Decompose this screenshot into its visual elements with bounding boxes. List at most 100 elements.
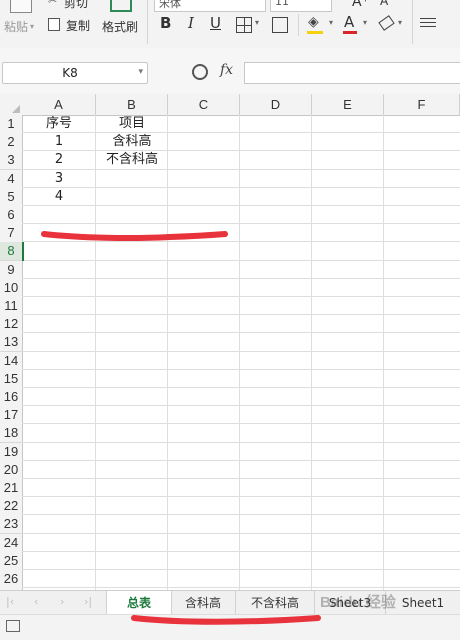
row-header-18[interactable]: 18 xyxy=(0,424,23,444)
row-header-25[interactable]: 25 xyxy=(0,551,23,571)
cell-a5[interactable]: 4 xyxy=(22,188,96,206)
row-header-26[interactable]: 26 xyxy=(0,570,23,589)
row-header-10[interactable]: 10 xyxy=(0,278,23,298)
row-gridline xyxy=(22,405,460,407)
prev-sheet-arrow-icon[interactable]: ‹ xyxy=(34,595,38,608)
format-painter-icon xyxy=(110,0,132,12)
cell-b1[interactable]: 项目 xyxy=(96,115,168,133)
row-header-2[interactable]: 2 xyxy=(0,133,23,153)
cell-b2[interactable]: 含科高 xyxy=(96,133,168,151)
tab-sheet1[interactable]: Sheet1 xyxy=(386,591,460,615)
fill-color-button[interactable]: ◈ ▾ xyxy=(306,14,340,36)
borders-button[interactable]: ▾ xyxy=(236,16,264,34)
row-gridline xyxy=(22,496,460,498)
row-header-13[interactable]: 13 xyxy=(0,333,23,353)
row-gridline xyxy=(22,314,460,316)
row-header-3[interactable]: 3 xyxy=(0,151,23,171)
row-header-4[interactable]: 4 xyxy=(0,169,23,189)
row-gridline xyxy=(22,532,460,534)
font-color-button[interactable]: A ▾ xyxy=(342,13,376,36)
font-name-select[interactable]: 宋体 xyxy=(154,0,266,12)
column-gridline xyxy=(311,115,312,590)
eraser-icon xyxy=(378,15,395,31)
column-header-c[interactable]: C xyxy=(168,94,240,116)
zoom-search-icon[interactable] xyxy=(192,64,208,80)
row-header-15[interactable]: 15 xyxy=(0,369,23,389)
row-header-23[interactable]: 23 xyxy=(0,515,23,535)
cell-a3[interactable]: 2 xyxy=(22,151,96,169)
formula-input[interactable] xyxy=(244,62,460,84)
row-header-1[interactable]: 1 xyxy=(0,115,23,134)
format-painter-label: 格式刷 xyxy=(102,20,139,34)
row-header-14[interactable]: 14 xyxy=(0,351,23,371)
row-header-11[interactable]: 11 xyxy=(0,297,23,316)
row-header-22[interactable]: 22 xyxy=(0,497,23,517)
spreadsheet-grid[interactable]: A B C D E F 1 2 3 4 5 6 7 8 9 10 11 12 13 14 15 16 17 18 19 20 21 2… xyxy=(0,94,460,608)
row-header-12[interactable]: 12 xyxy=(0,315,23,335)
format-painter-button[interactable]: 格式刷 xyxy=(100,0,140,46)
align-lines-icon xyxy=(420,18,436,30)
name-box[interactable]: K8 ▾ xyxy=(2,62,148,84)
row-header-8[interactable]: 8 xyxy=(0,242,23,262)
chevron-down-icon: ▾ xyxy=(329,18,334,27)
row-header-17[interactable]: 17 xyxy=(0,406,23,426)
row-header-19[interactable]: 19 xyxy=(0,442,23,462)
fill-color-swatch xyxy=(307,31,323,34)
row-gridline xyxy=(22,441,460,443)
cell-a2[interactable]: 1 xyxy=(22,133,96,151)
tab-label: Sheet1 xyxy=(401,596,445,610)
ribbon-divider xyxy=(147,0,148,44)
select-all-corner[interactable] xyxy=(0,94,23,116)
column-header-e[interactable]: E xyxy=(312,94,384,116)
row-gridline xyxy=(22,368,460,370)
bold-button[interactable]: B xyxy=(160,14,171,32)
row-header-24[interactable]: 24 xyxy=(0,533,23,553)
red-annotation-stroke-bottom xyxy=(131,615,321,625)
column-header-d[interactable]: D xyxy=(240,94,312,116)
column-header-f[interactable]: F xyxy=(384,94,460,116)
macro-record-icon[interactable] xyxy=(6,620,20,632)
merge-cells-button[interactable] xyxy=(272,16,296,34)
row-gridline xyxy=(22,423,460,425)
fx-label[interactable]: fx xyxy=(220,62,233,78)
font-size-select[interactable]: 11 xyxy=(270,0,332,12)
row-header-20[interactable]: 20 xyxy=(0,460,23,480)
underline-button[interactable]: U xyxy=(210,14,221,32)
cell-a4[interactable]: 3 xyxy=(22,170,96,188)
row-gridline xyxy=(22,387,460,388)
row-gridline xyxy=(22,350,460,352)
row-header-6[interactable]: 6 xyxy=(0,206,23,225)
column-header-b[interactable]: B xyxy=(96,94,168,116)
grow-font-button[interactable]: A⁺ xyxy=(352,0,369,10)
row-header-5[interactable]: 5 xyxy=(0,187,23,207)
row-header-9[interactable]: 9 xyxy=(0,260,23,280)
baidu-watermark: Baidu 经验 xyxy=(320,591,396,612)
cell-a1[interactable]: 序号 xyxy=(22,115,96,133)
row-header-7[interactable]: 7 xyxy=(0,224,23,244)
cell-b3[interactable]: 不含科高 xyxy=(96,151,168,169)
row-header-21[interactable]: 21 xyxy=(0,479,23,498)
column-gridline xyxy=(383,115,384,590)
column-header-a[interactable]: A xyxy=(22,94,96,116)
tab-label: 含科高 xyxy=(184,596,221,610)
paste-icon xyxy=(10,0,32,13)
italic-button[interactable]: I xyxy=(188,14,194,32)
paste-button[interactable]: 粘贴 ▾ xyxy=(0,0,42,46)
name-box-value: K8 xyxy=(62,66,78,80)
next-sheet-arrow-icon[interactable]: › xyxy=(60,595,64,608)
clear-format-button[interactable]: ▾ xyxy=(378,14,408,36)
column-gridline xyxy=(239,115,240,590)
first-sheet-arrow-icon[interactable]: |‹ xyxy=(6,595,14,608)
align-left-button[interactable] xyxy=(420,16,438,32)
cut-label: 剪切 xyxy=(64,0,89,10)
chevron-down-icon: ▾ xyxy=(138,67,143,77)
last-sheet-arrow-icon[interactable]: ›| xyxy=(84,595,92,608)
copy-button[interactable]: 复制 xyxy=(48,16,98,34)
row-gridline xyxy=(22,478,460,479)
shrink-font-button[interactable]: A⁻ xyxy=(380,0,395,8)
font-name-value: 宋体 xyxy=(159,0,181,10)
chevron-down-icon: ▾ xyxy=(30,22,35,31)
row-gridline xyxy=(22,296,460,297)
row-header-16[interactable]: 16 xyxy=(0,388,23,407)
chevron-down-icon: ▾ xyxy=(363,18,368,27)
